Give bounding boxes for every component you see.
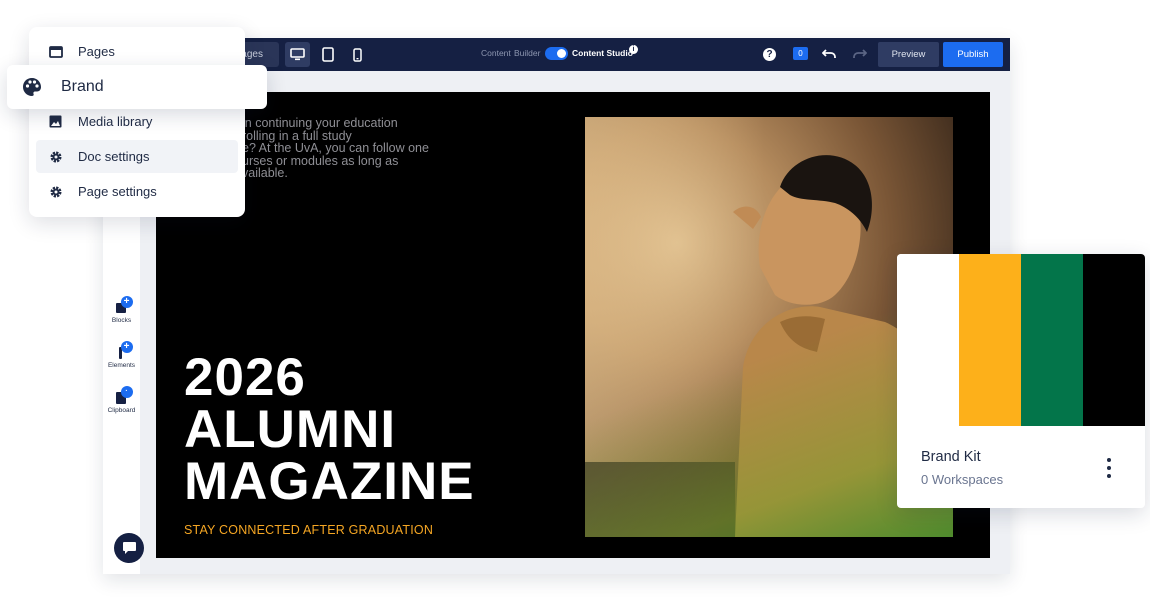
brand-kit-workspaces: 0 Workspaces bbox=[921, 472, 1004, 487]
menu-item-label: Doc settings bbox=[78, 149, 150, 164]
mobile-icon bbox=[353, 47, 362, 62]
plus-icon: + bbox=[120, 296, 133, 308]
mode-toggle[interactable] bbox=[545, 47, 568, 60]
tablet-icon bbox=[321, 47, 334, 62]
brand-color-swatches bbox=[897, 254, 1145, 426]
blocks-label: Blocks bbox=[111, 317, 132, 324]
clipboard-tool[interactable]: · Clipboard bbox=[103, 386, 140, 414]
elements-label: Elements bbox=[107, 362, 136, 369]
menu-item-label: Pages bbox=[78, 44, 115, 59]
tablet-view-button[interactable] bbox=[315, 42, 340, 67]
clipboard-label: Clipboard bbox=[107, 407, 136, 414]
blocks-tool[interactable]: + Blocks bbox=[103, 296, 140, 324]
content-mode-label: Content bbox=[481, 48, 511, 58]
magazine-title[interactable]: 2026 ALUMNI MAGAZINE bbox=[184, 348, 475, 511]
gear-icon bbox=[48, 184, 63, 199]
brand-label: Brand bbox=[61, 78, 104, 95]
window-icon bbox=[48, 44, 63, 59]
help-icon[interactable]: ? bbox=[763, 48, 776, 61]
brand-kit-card[interactable]: Brand Kit 0 Workspaces bbox=[897, 254, 1145, 508]
title-line: MAGAZINE bbox=[184, 452, 475, 511]
more-options-icon[interactable] bbox=[1101, 458, 1117, 478]
desktop-icon bbox=[290, 48, 305, 61]
info-icon[interactable]: i bbox=[629, 45, 638, 54]
desktop-view-button[interactable] bbox=[285, 42, 310, 67]
title-line: ALUMNI bbox=[184, 400, 397, 459]
menu-item-label: Media library bbox=[78, 114, 153, 129]
menu-item-pages[interactable]: Pages bbox=[36, 35, 238, 68]
title-line: 2026 bbox=[184, 348, 306, 407]
plus-icon: + bbox=[120, 341, 133, 353]
menu-item-label: Page settings bbox=[78, 184, 157, 199]
content-studio-label: Content Studio bbox=[572, 48, 633, 58]
color-swatch bbox=[1021, 254, 1083, 426]
document-menu: Pages Media library Doc settings Page se… bbox=[29, 27, 245, 217]
color-swatch bbox=[897, 254, 959, 426]
chat-button[interactable] bbox=[114, 533, 144, 563]
clipboard-badge: · bbox=[120, 386, 133, 398]
undo-icon[interactable] bbox=[822, 47, 837, 60]
elements-tool[interactable]: + Elements bbox=[103, 341, 140, 369]
brand-kit-title: Brand Kit bbox=[921, 449, 981, 465]
publish-button[interactable]: Publish bbox=[943, 42, 1003, 67]
preview-button[interactable]: Preview bbox=[878, 42, 939, 67]
mobile-view-button[interactable] bbox=[345, 42, 370, 67]
color-swatch bbox=[959, 254, 1021, 426]
magazine-subtitle[interactable]: STAY CONNECTED AFTER GRADUATION bbox=[184, 523, 433, 537]
chat-icon bbox=[122, 542, 136, 554]
color-swatch bbox=[1083, 254, 1145, 426]
menu-item-media-library[interactable]: Media library bbox=[36, 105, 238, 138]
menu-item-brand[interactable]: Brand bbox=[7, 65, 267, 109]
gear-icon bbox=[48, 149, 63, 164]
document-canvas[interactable]: in continuing your education rolling in … bbox=[156, 92, 990, 558]
menu-item-doc-settings[interactable]: Doc settings bbox=[36, 140, 238, 173]
redo-icon[interactable] bbox=[852, 47, 867, 60]
menu-item-page-settings[interactable]: Page settings bbox=[36, 175, 238, 208]
comments-badge[interactable]: 0 bbox=[793, 47, 808, 60]
palette-icon bbox=[23, 78, 41, 96]
image-icon bbox=[48, 114, 63, 129]
builder-mode-label: Builder bbox=[514, 48, 541, 58]
